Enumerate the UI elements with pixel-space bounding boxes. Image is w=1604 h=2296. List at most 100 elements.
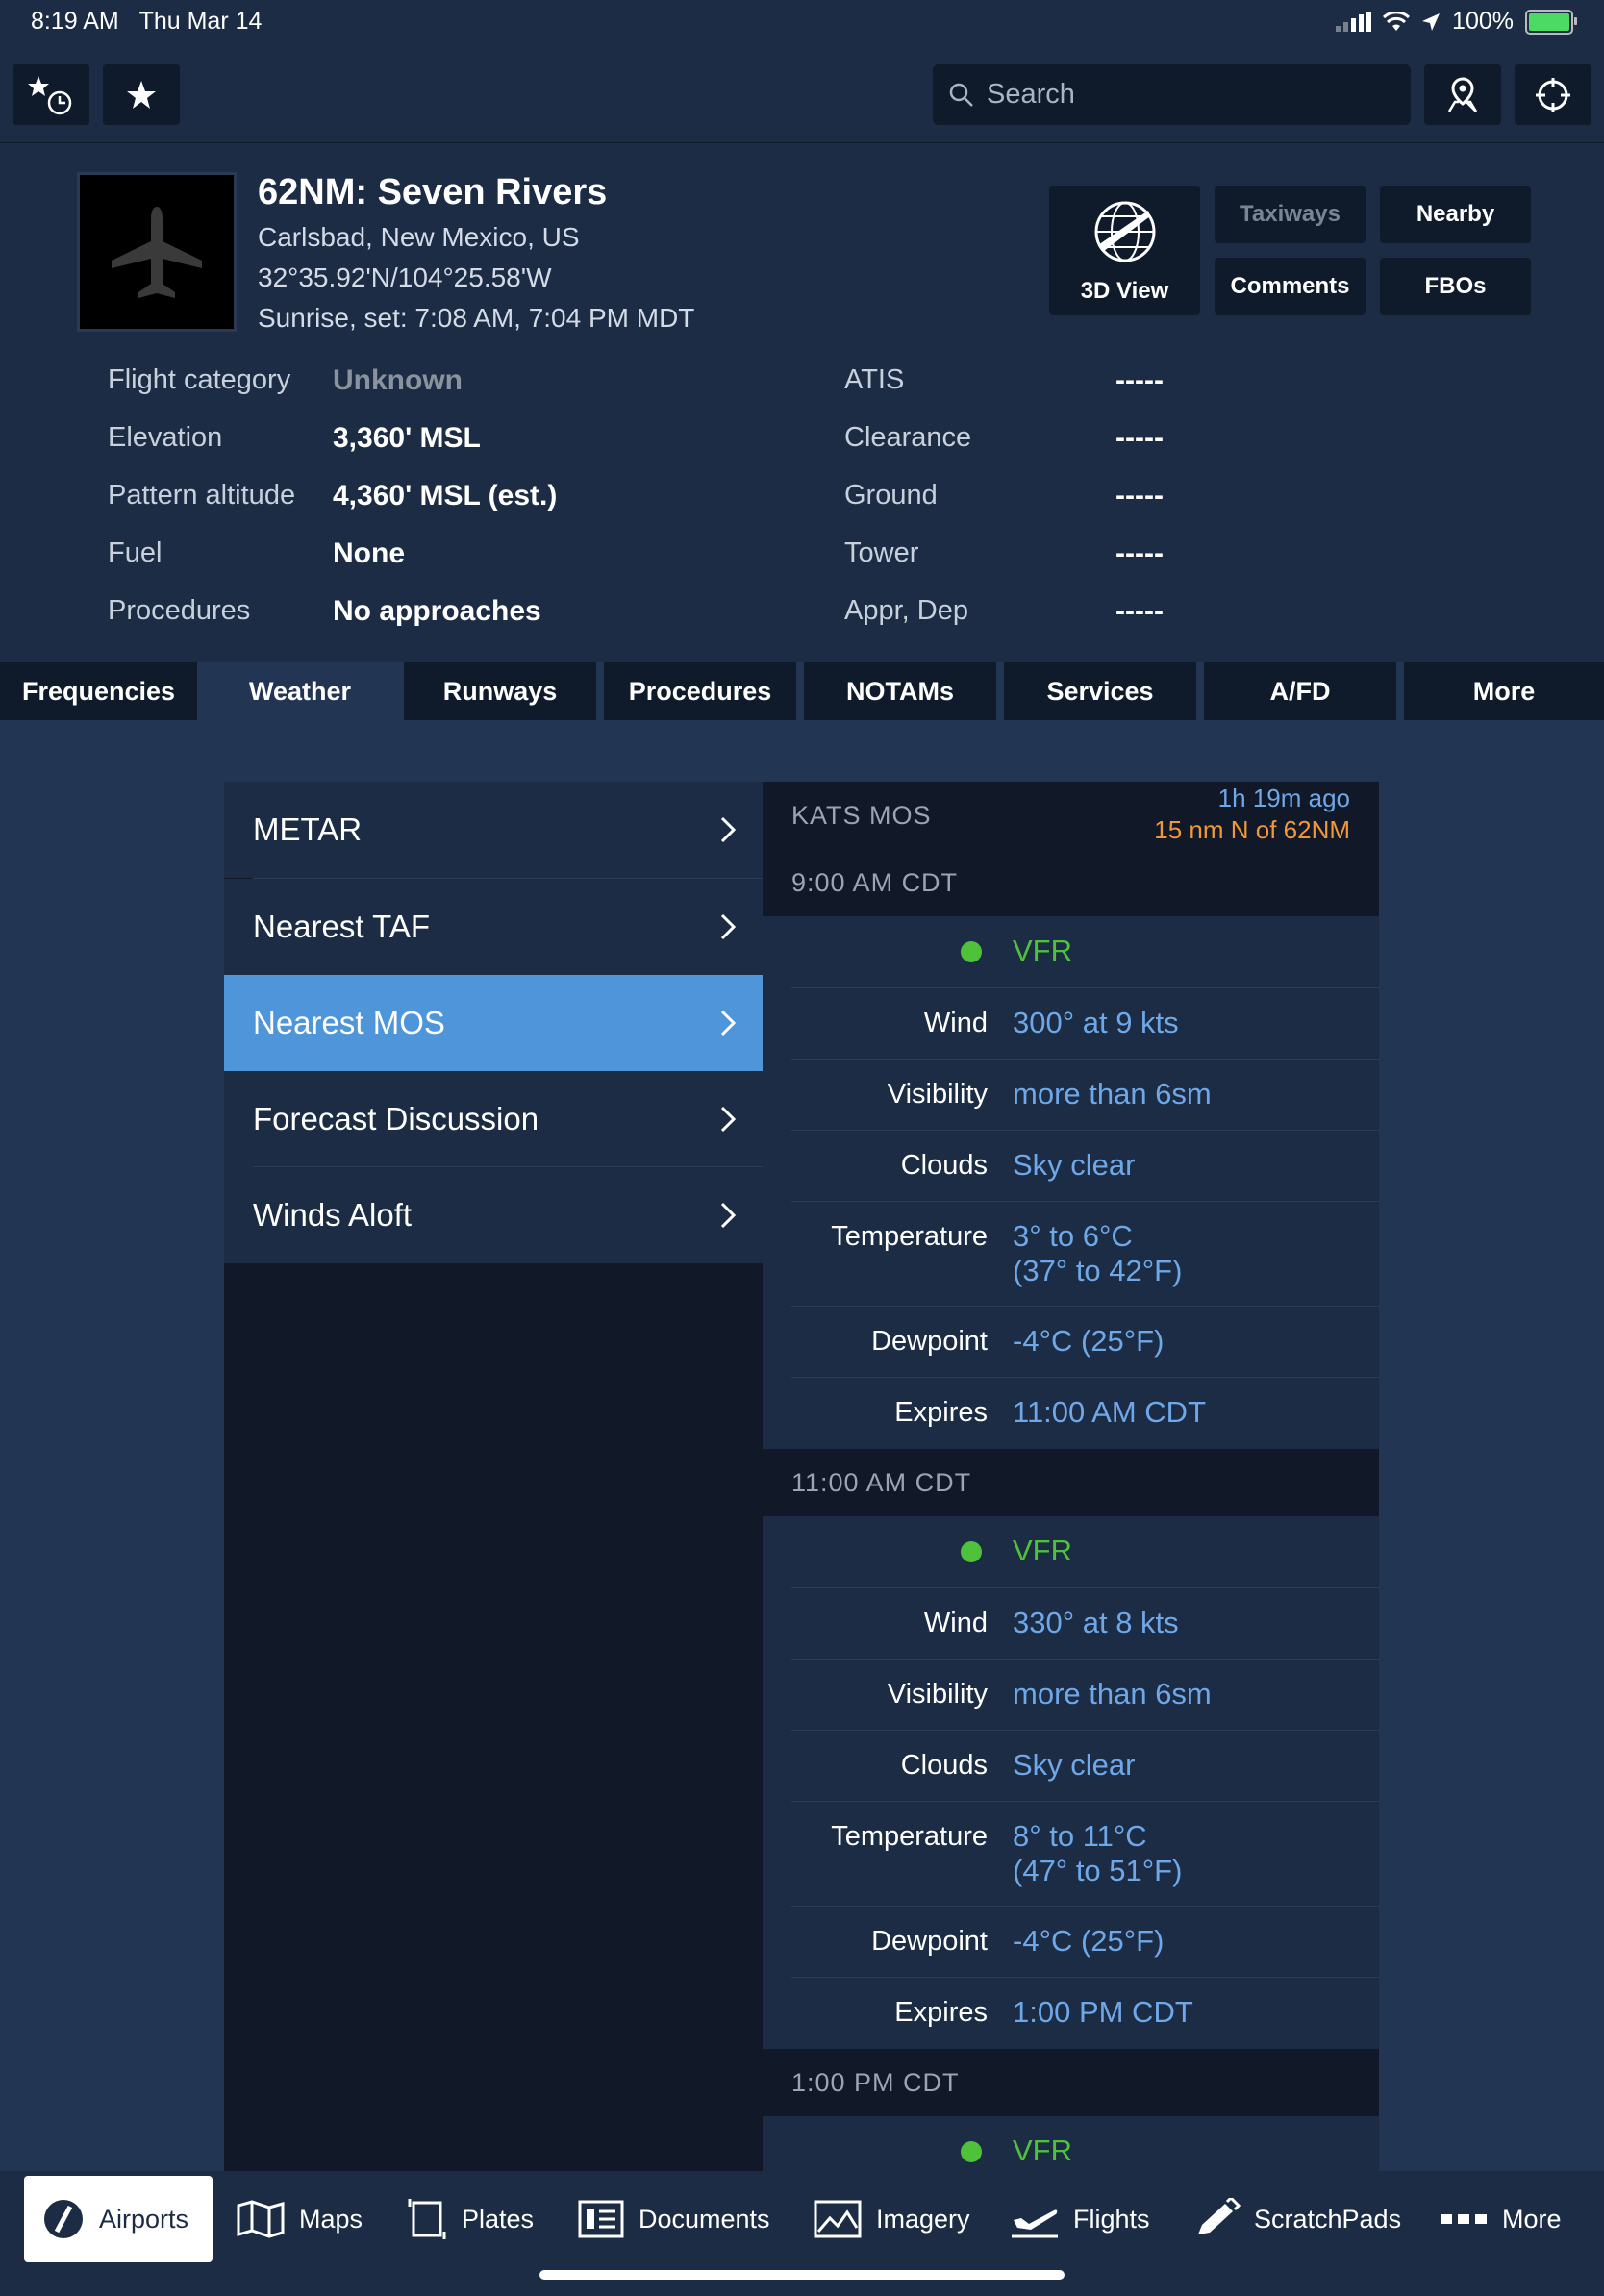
mos-distance: 15 nm N of 62NM — [1154, 815, 1350, 844]
wifi-icon — [1383, 11, 1411, 31]
tower-value: ----- — [1115, 537, 1164, 569]
nav-label: Maps — [299, 2204, 363, 2234]
favorites-button[interactable] — [103, 64, 180, 125]
temperature-row: Temperature 8° to 11°C (47° to 51°F) — [763, 1802, 1379, 1906]
menu-item-metar[interactable]: METAR — [224, 782, 763, 878]
mos-header: KATS MOS 1h 19m ago 15 nm N of 62NM — [763, 782, 1379, 849]
tab-procedures[interactable]: Procedures — [604, 662, 796, 720]
temperature-celsius: 3° to 6°C — [1013, 1219, 1133, 1253]
star-clock-icon — [28, 75, 72, 114]
tab-runways[interactable]: Runways — [404, 662, 596, 720]
nav-airports[interactable]: Airports — [24, 2176, 213, 2262]
nav-label: Documents — [639, 2204, 770, 2234]
nav-label: ScratchPads — [1254, 2204, 1402, 2234]
visibility-label: Visibility — [887, 1079, 988, 1110]
map-icon — [237, 2200, 285, 2238]
tower-label: Tower — [844, 537, 919, 568]
tab-weather[interactable]: Weather — [204, 662, 396, 720]
3d-view-button[interactable]: 3D View — [1049, 186, 1200, 315]
temperature-label: Temperature — [831, 1221, 988, 1252]
nav-label: Plates — [462, 2204, 535, 2234]
flight-category-row: VFR — [763, 916, 1379, 987]
nav-plates[interactable]: Plates — [406, 2176, 534, 2262]
tab-notams[interactable]: NOTAMs — [804, 662, 996, 720]
menu-item-winds-aloft[interactable]: Winds Aloft — [224, 1167, 763, 1263]
ground-label: Ground — [844, 480, 938, 511]
tab-afd[interactable]: A/FD — [1204, 662, 1396, 720]
recent-favorites-button[interactable] — [13, 64, 89, 125]
bottom-nav: Airports Maps Plates Documents Imagery F… — [0, 2171, 1604, 2296]
nav-label: Imagery — [876, 2204, 970, 2234]
fuel-label: Fuel — [108, 537, 163, 568]
nav-documents[interactable]: Documents — [577, 2176, 770, 2262]
chevron-right-icon — [720, 1202, 736, 1229]
flights-icon — [1012, 2209, 1058, 2238]
mos-age: 1h 19m ago — [1217, 784, 1350, 812]
nav-imagery[interactable]: Imagery — [813, 2176, 970, 2262]
category-value: VFR — [1013, 1534, 1072, 1567]
menu-item-label: Forecast Discussion — [253, 1101, 539, 1136]
airports-icon — [44, 2200, 83, 2238]
temperature-label: Temperature — [831, 1821, 988, 1852]
dewpoint-label: Dewpoint — [871, 1926, 988, 1957]
nav-flights[interactable]: Flights — [1010, 2176, 1150, 2262]
temperature-fahrenheit: (47° to 51°F) — [1013, 1854, 1183, 1887]
nav-more[interactable]: More — [1439, 2176, 1562, 2262]
nav-maps[interactable]: Maps — [236, 2176, 363, 2262]
tab-bar: Frequencies Weather Runways Procedures N… — [0, 662, 1604, 720]
chevron-right-icon — [720, 913, 736, 940]
airplane-icon — [112, 207, 202, 298]
appr-dep-value: ----- — [1115, 595, 1164, 627]
locate-button[interactable] — [1515, 64, 1591, 125]
airport-coordinates: 32°35.92'N/104°25.58'W — [258, 262, 552, 292]
wind-row: Wind 300° at 9 kts — [763, 988, 1379, 1059]
clouds-value: Sky clear — [1013, 1148, 1136, 1182]
taxiways-button[interactable]: Taxiways — [1215, 186, 1366, 243]
map-pin-button[interactable] — [1424, 64, 1501, 125]
search-input[interactable]: Search — [933, 64, 1411, 125]
tab-services[interactable]: Services — [1004, 662, 1196, 720]
comments-button[interactable]: Comments — [1215, 258, 1366, 315]
mos-panel[interactable]: KATS MOS 1h 19m ago 15 nm N of 62NM 9:00… — [763, 782, 1379, 2171]
mos-station: KATS MOS — [791, 801, 932, 830]
flight-category-row: VFR — [763, 1516, 1379, 1587]
star-icon — [127, 80, 156, 109]
tab-more[interactable]: More — [1404, 662, 1604, 720]
expires-value: 1:00 PM CDT — [1013, 1995, 1193, 2029]
menu-item-forecast-discussion[interactable]: Forecast Discussion — [224, 1071, 763, 1167]
search-placeholder: Search — [987, 79, 1075, 110]
dewpoint-value: -4°C (25°F) — [1013, 1324, 1165, 1358]
dewpoint-row: Dewpoint -4°C (25°F) — [763, 1907, 1379, 1977]
visibility-row: Visibility more than 6sm — [763, 1060, 1379, 1130]
visibility-value: more than 6sm — [1013, 1077, 1212, 1111]
clouds-label: Clouds — [900, 1750, 988, 1781]
expires-row: Expires 1:00 PM CDT — [763, 1978, 1379, 2048]
airport-thumbnail[interactable] — [77, 172, 237, 332]
menu-item-label: METAR — [253, 811, 363, 847]
airport-title: 62NM: Seven Rivers — [258, 172, 608, 212]
menu-item-nearest-taf[interactable]: Nearest TAF — [224, 879, 763, 975]
tab-frequencies[interactable]: Frequencies — [0, 662, 197, 720]
elevation-value: 3,360' MSL — [333, 422, 481, 454]
temperature-fahrenheit: (37° to 42°F) — [1013, 1254, 1183, 1287]
plates-icon — [408, 2199, 446, 2239]
menu-item-label: Nearest MOS — [253, 1005, 445, 1040]
pattern-altitude-label: Pattern altitude — [108, 480, 296, 511]
visibility-row: Visibility more than 6sm — [763, 1660, 1379, 1730]
clouds-label: Clouds — [900, 1150, 988, 1181]
menu-item-nearest-mos[interactable]: Nearest MOS — [224, 975, 763, 1071]
expires-value: 11:00 AM CDT — [1013, 1395, 1207, 1429]
nav-label: Airports — [99, 2204, 189, 2234]
nearby-button[interactable]: Nearby — [1380, 186, 1531, 243]
chevron-right-icon — [720, 1106, 736, 1133]
vfr-status-dot — [961, 2141, 982, 2162]
nav-scratchpads[interactable]: ScratchPads — [1192, 2176, 1401, 2262]
period-time: 1:00 PM CDT — [791, 2068, 960, 2097]
temperature-celsius: 8° to 11°C — [1013, 1819, 1147, 1853]
nav-label: More — [1502, 2204, 1562, 2234]
location-arrow-icon — [1422, 12, 1441, 31]
fbos-button[interactable]: FBOs — [1380, 258, 1531, 315]
elevation-label: Elevation — [108, 422, 223, 453]
home-indicator[interactable] — [539, 2270, 1065, 2280]
wind-value: 330° at 8 kts — [1013, 1606, 1179, 1639]
